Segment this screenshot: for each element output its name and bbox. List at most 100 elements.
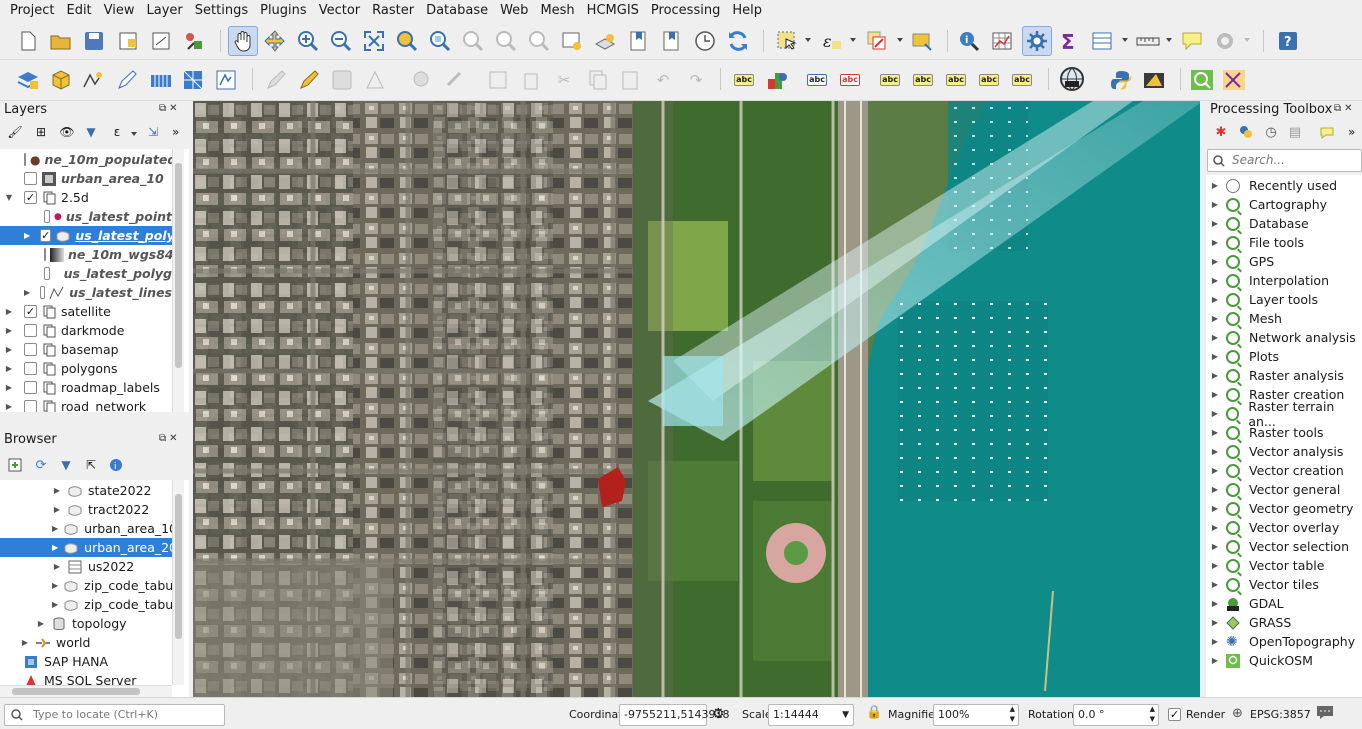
rotation-spinbox[interactable]: 0.0 ° ▲ ▼ (1073, 704, 1159, 726)
expand-arrow-icon[interactable]: ▶ (1210, 504, 1220, 513)
browser-item[interactable]: ▶ topology (0, 614, 172, 633)
filter-by-expression-icon[interactable]: ε (108, 123, 126, 141)
expand-arrow-icon[interactable]: ▶ (1210, 656, 1220, 665)
layer-group-row[interactable]: ▶ polygons (0, 359, 172, 378)
chevron-down-icon[interactable]: ▼ (842, 705, 849, 725)
open-project-icon[interactable] (49, 29, 73, 53)
edit-attributes-icon[interactable] (486, 68, 510, 92)
dropdown-arrow-icon[interactable] (897, 38, 903, 42)
attribute-table-menu-icon[interactable] (1090, 29, 1114, 53)
expand-arrow-icon[interactable]: ▶ (1210, 561, 1220, 570)
layer-row[interactable]: us_latest_polyg (0, 264, 172, 283)
move-label-icon[interactable]: abc (911, 68, 935, 92)
expand-arrow-icon[interactable]: ▶ (1210, 580, 1220, 589)
toolbox-item-raster-terrain[interactable]: ▶ Raster terrain an... (1210, 399, 1362, 429)
refresh-icon[interactable] (726, 29, 750, 53)
browser-item[interactable]: ▶ tract2022 (0, 500, 172, 519)
expand-arrow-icon[interactable]: ▶ (52, 486, 62, 495)
new-geopackage-layer-icon[interactable] (49, 68, 73, 92)
lock-scale-icon[interactable]: 🔒 (866, 705, 882, 720)
expand-arrow-icon[interactable]: ▶ (1210, 314, 1220, 323)
toolbox-item-grass[interactable]: ▶ GRASS (1210, 613, 1291, 632)
menu-database[interactable]: Database (420, 0, 494, 22)
pan-to-selection-icon[interactable] (263, 29, 287, 53)
edit-features-in-place-icon[interactable] (1318, 123, 1336, 141)
paste-features-icon[interactable] (618, 68, 642, 92)
menu-vector[interactable]: Vector (313, 0, 366, 22)
save-edits-icon[interactable] (330, 68, 354, 92)
style-manager-icon[interactable] (182, 29, 206, 53)
collapse-arrow-icon[interactable]: ▼ (4, 193, 14, 202)
menu-layer[interactable]: Layer (141, 0, 189, 22)
layer-row[interactable]: ne_10m_wgs84_ (0, 245, 180, 264)
render-checkbox-checked[interactable]: ✓ (1168, 708, 1181, 721)
models-icon[interactable]: ✱ (1212, 123, 1230, 141)
coordinate-field[interactable]: -9755211,5143918 (619, 704, 729, 726)
expand-arrow-icon[interactable]: ▶ (20, 638, 30, 647)
expand-arrow-icon[interactable]: ▶ (52, 543, 58, 552)
toolbox-item-mesh[interactable]: ▶ Mesh (1210, 309, 1282, 328)
zoom-full-icon[interactable] (362, 29, 386, 53)
new-mesh-layer-icon[interactable] (182, 68, 206, 92)
toolbox-item-interpolation[interactable]: ▶ Interpolation (1210, 271, 1329, 290)
expand-arrow-icon[interactable]: ▶ (1210, 542, 1220, 551)
refresh-browser-icon[interactable]: ⟳ (32, 456, 50, 474)
toolbox-item-vector-analysis[interactable]: ▶ Vector analysis (1210, 442, 1344, 461)
layer-row[interactable]: ▶ us_latest_lines (0, 283, 172, 302)
show-hide-labels-icon[interactable]: abc (878, 68, 902, 92)
settings-gear-disabled-icon[interactable] (1213, 29, 1237, 53)
menu-web[interactable]: Web (494, 0, 534, 22)
new-shapefile-layer-icon[interactable] (82, 68, 106, 92)
data-source-manager-icon[interactable] (16, 68, 40, 92)
results-viewer-icon[interactable]: ▤ (1286, 123, 1304, 141)
layer-visibility-checkbox-checked[interactable]: ✓ (24, 191, 37, 204)
toolbox-item-raster-analysis[interactable]: ▶ Raster analysis (1210, 366, 1344, 385)
current-edits-icon[interactable] (264, 68, 288, 92)
magnifier-spinbox[interactable]: 100% ▲ ▼ (933, 704, 1019, 726)
toolbox-item-quickosm[interactable]: ▶ QuickOSM (1210, 651, 1313, 670)
layer-visibility-checkbox[interactable] (24, 362, 37, 375)
panel-float-close-icon[interactable]: ⧉✕ (159, 103, 181, 114)
deselect-features-icon[interactable] (865, 29, 889, 53)
processing-toolbox-icon[interactable] (1022, 26, 1052, 56)
expand-arrow-icon[interactable]: ▶ (1210, 333, 1220, 342)
new-map-view-icon[interactable] (560, 29, 584, 53)
dropdown-arrow-icon[interactable] (850, 38, 856, 42)
change-label-icon[interactable]: abc (977, 68, 1001, 92)
expand-arrow-icon[interactable]: ▶ (1210, 485, 1220, 494)
zoom-native-icon[interactable] (461, 29, 485, 53)
zoom-to-selection-icon[interactable] (395, 29, 419, 53)
add-feature-icon[interactable] (363, 68, 387, 92)
layer-group-row[interactable]: ▶ darkmode (0, 321, 172, 340)
toolbox-item-database[interactable]: ▶ Database (1210, 214, 1309, 233)
toolbox-item-gps[interactable]: ▶ GPS (1210, 252, 1274, 271)
toolbox-item-vector-geometry[interactable]: ▶ Vector geometry (1210, 499, 1353, 518)
plugin-yellow-icon[interactable] (1142, 68, 1166, 92)
open-attribute-table-icon[interactable] (990, 29, 1014, 53)
new-project-icon[interactable] (16, 29, 40, 53)
zoom-to-layer-icon[interactable] (428, 29, 452, 53)
expand-arrow-icon[interactable]: ▶ (52, 581, 58, 590)
expand-arrow-icon[interactable]: ▶ (1210, 295, 1220, 304)
expand-arrow-icon[interactable]: ▶ (52, 562, 62, 571)
browser-scrollbar-horizontal[interactable] (0, 685, 172, 697)
crs-label[interactable]: EPSG:3857 (1250, 708, 1311, 721)
menu-view[interactable]: View (98, 0, 141, 22)
expand-arrow-icon[interactable]: ▶ (1210, 276, 1220, 285)
layer-group-row[interactable]: ▶ ✓ satellite (0, 302, 172, 321)
copy-features-icon[interactable] (585, 68, 609, 92)
expand-arrow-icon[interactable]: ▶ (36, 619, 46, 628)
toolbox-item-raster-tools[interactable]: ▶ Raster tools (1210, 423, 1324, 442)
add-layers-icon[interactable] (6, 456, 24, 474)
expand-arrow-icon[interactable]: ▶ (1210, 352, 1220, 361)
dropdown-arrow-icon[interactable] (1244, 38, 1250, 42)
more-tools-icon[interactable]: » (172, 125, 179, 139)
locator-search-input[interactable]: Type to locate (Ctrl+K) (4, 704, 225, 726)
messages-icon[interactable] (1316, 704, 1334, 723)
layer-visibility-checkbox[interactable] (44, 267, 50, 280)
expand-arrow-icon[interactable]: ▶ (1210, 238, 1220, 247)
browser-item[interactable]: ▶ urban_area_10 (0, 519, 177, 538)
menu-mesh[interactable]: Mesh (534, 0, 580, 22)
toolbox-item-vector-general[interactable]: ▶ Vector general (1210, 480, 1340, 499)
spinbox-arrows-icon[interactable]: ▲ ▼ (1150, 704, 1155, 724)
